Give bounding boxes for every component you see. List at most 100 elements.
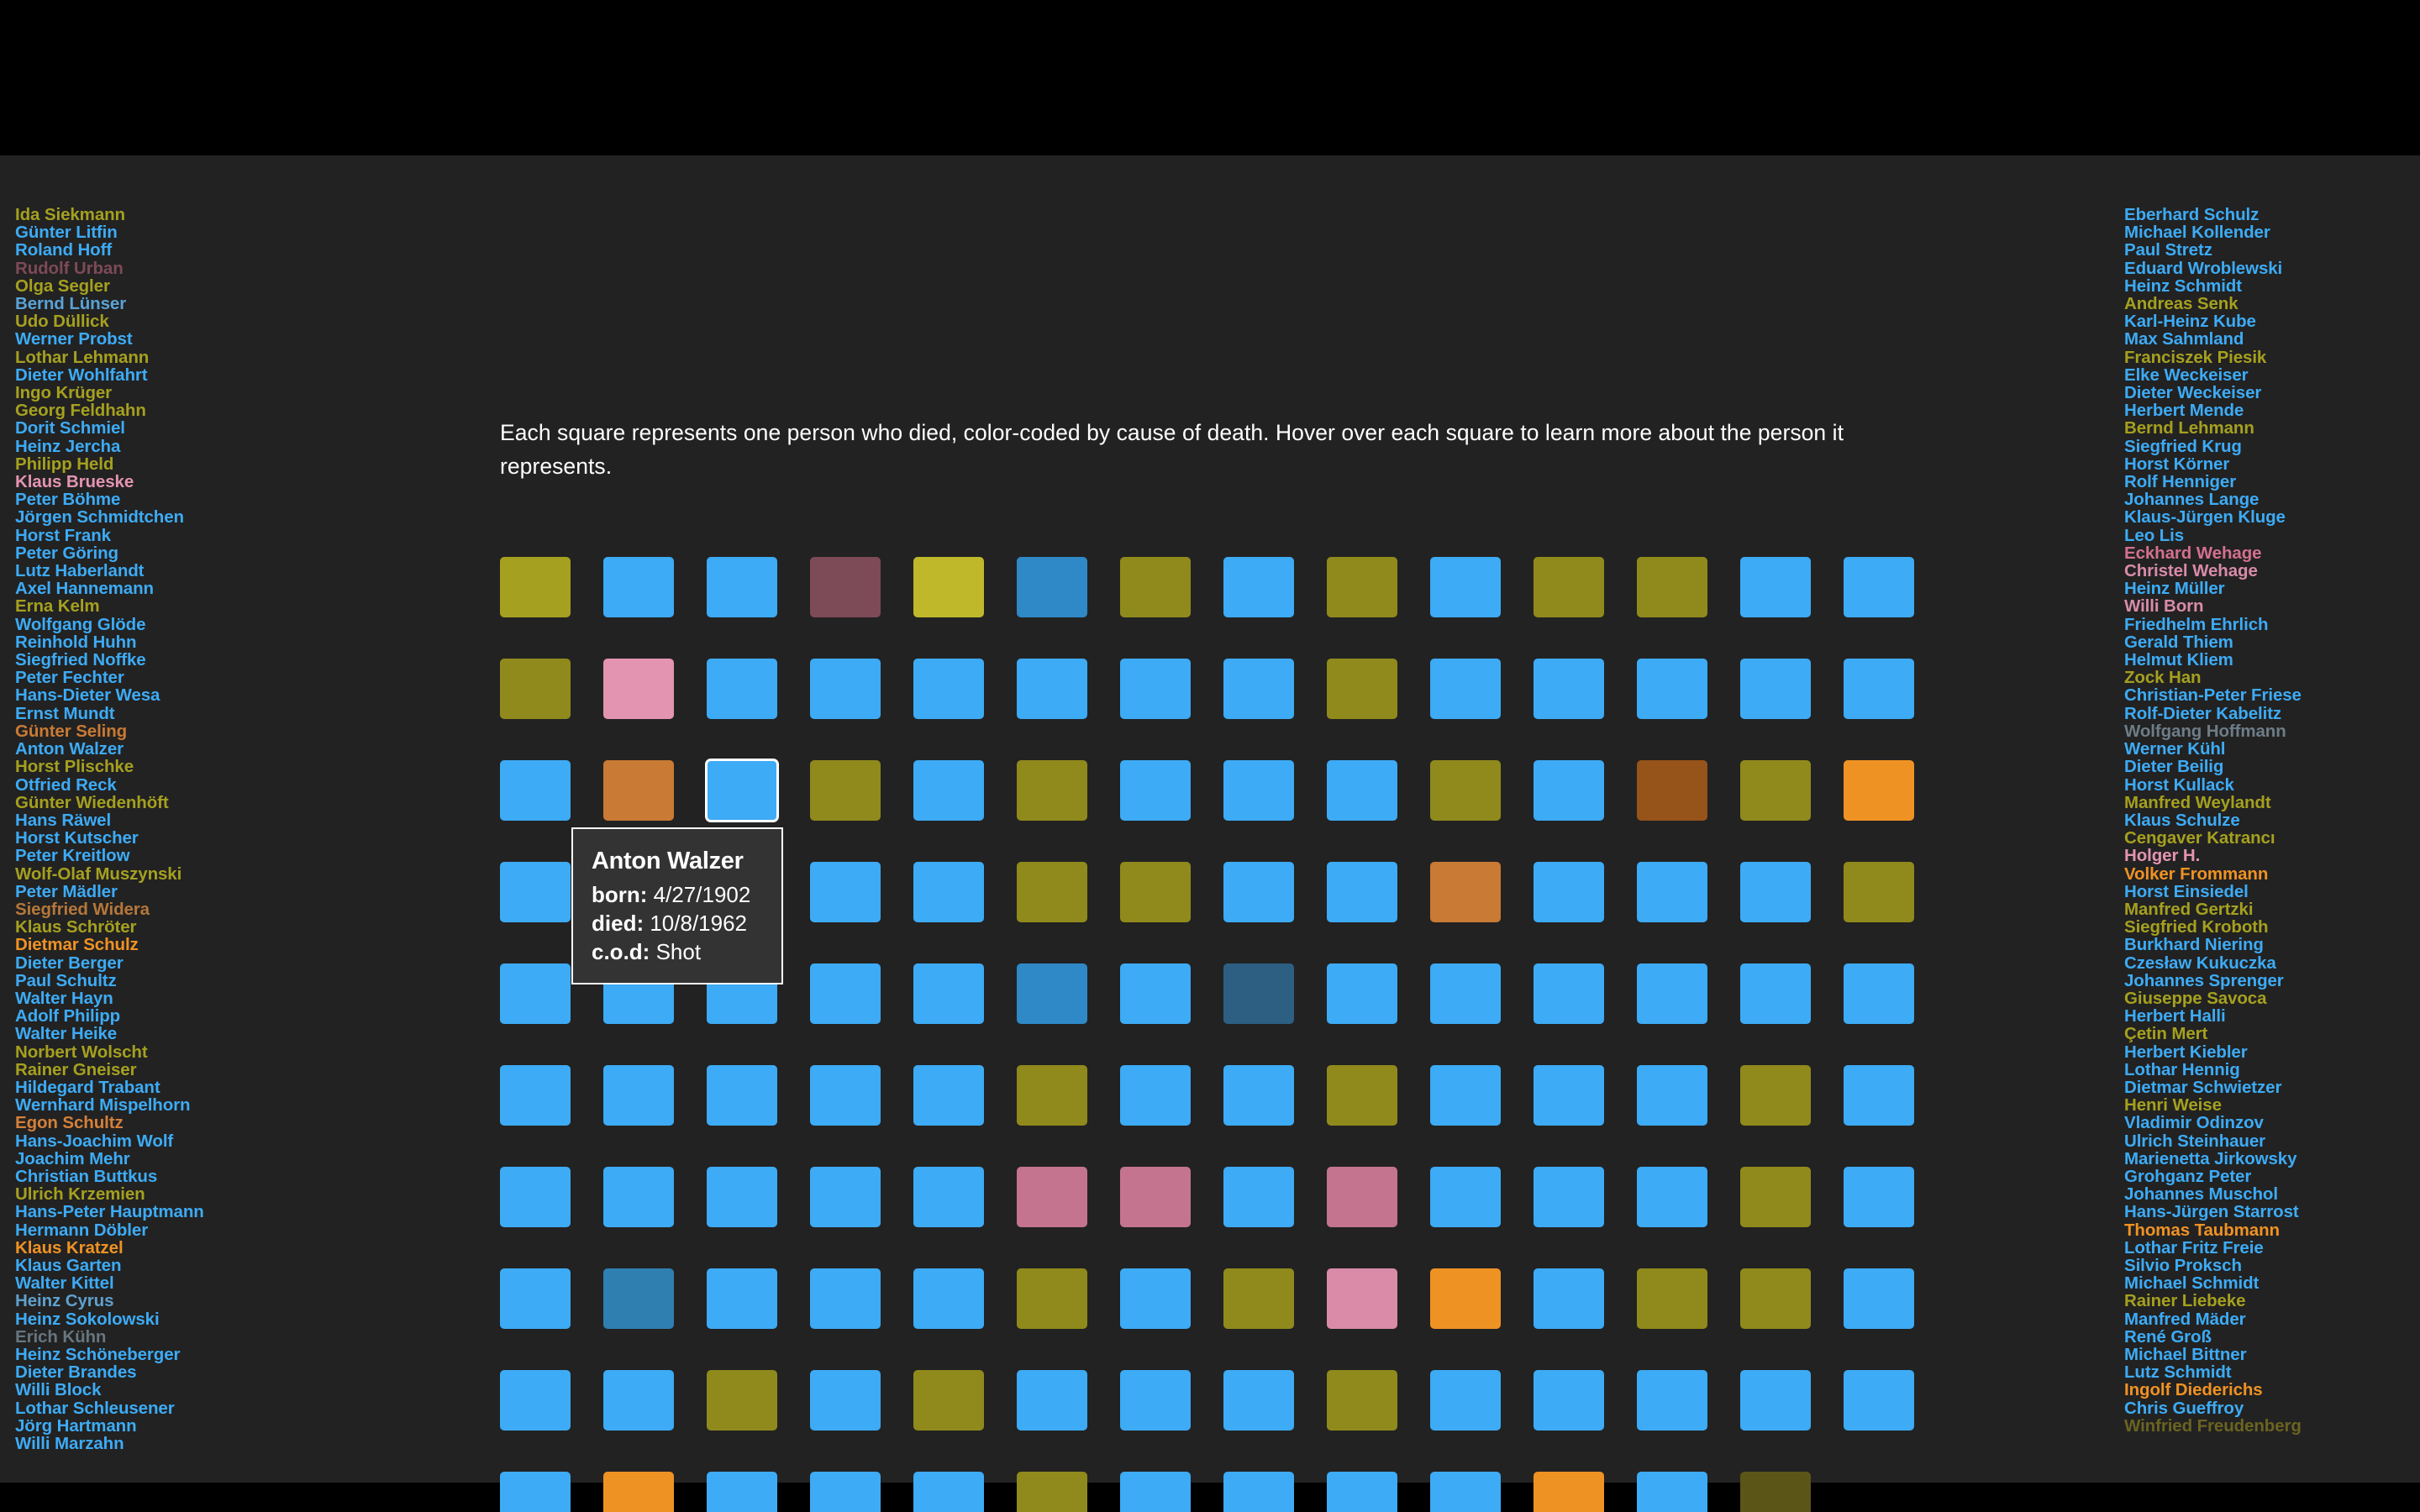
victim-square[interactable] [500,760,571,821]
victim-square[interactable] [1534,659,1604,719]
victim-square[interactable] [1534,963,1604,1024]
victim-square[interactable] [603,1268,674,1329]
victim-square[interactable] [1637,760,1707,821]
victim-square[interactable] [810,1167,881,1227]
victim-square[interactable] [1844,1065,1914,1126]
victim-square[interactable] [603,1370,674,1431]
victim-square[interactable] [1844,557,1914,617]
victim-square[interactable] [1223,1472,1294,1512]
victim-square[interactable] [1120,862,1191,922]
victim-square[interactable] [1017,1268,1087,1329]
victim-square[interactable] [1534,1065,1604,1126]
victim-square[interactable] [1430,1370,1501,1431]
victim-square[interactable] [1740,557,1811,617]
victim-square[interactable] [1120,1268,1191,1329]
victim-square[interactable] [1740,1167,1811,1227]
victim-square[interactable] [500,557,571,617]
victim-square[interactable] [810,557,881,617]
victim-square[interactable] [1327,1472,1397,1512]
victim-square[interactable] [1534,760,1604,821]
victim-square[interactable] [1637,862,1707,922]
victim-square[interactable] [1120,963,1191,1024]
victim-square[interactable] [1637,1167,1707,1227]
victim-square[interactable] [603,1167,674,1227]
victim-square[interactable] [913,557,984,617]
victim-square[interactable] [1120,760,1191,821]
victim-square[interactable] [913,1268,984,1329]
victim-square[interactable] [1017,659,1087,719]
victim-square[interactable] [1637,1268,1707,1329]
victim-square[interactable] [1327,963,1397,1024]
victim-square[interactable] [1327,760,1397,821]
victim-square[interactable] [913,760,984,821]
victim-square[interactable] [913,862,984,922]
victim-square[interactable] [1740,862,1811,922]
victim-square[interactable] [1637,963,1707,1024]
victim-square[interactable] [1017,862,1087,922]
victim-square[interactable] [810,659,881,719]
victim-square[interactable] [500,1065,571,1126]
victim-square[interactable] [1534,1370,1604,1431]
victim-square[interactable] [1120,1370,1191,1431]
victim-square[interactable] [1017,557,1087,617]
victim-square[interactable] [1844,862,1914,922]
victim-square[interactable] [1017,1167,1087,1227]
victim-square[interactable] [1223,1268,1294,1329]
victim-square[interactable] [1223,760,1294,821]
victim-square[interactable] [1430,557,1501,617]
victim-square[interactable] [810,862,881,922]
victim-square[interactable] [1430,1167,1501,1227]
victim-square[interactable] [1430,963,1501,1024]
victim-square[interactable] [1223,1370,1294,1431]
victim-square[interactable] [1534,1268,1604,1329]
victim-square[interactable] [1844,963,1914,1024]
victim-square[interactable] [810,1370,881,1431]
victim-square[interactable] [1223,659,1294,719]
victim-square[interactable] [1327,1065,1397,1126]
victim-square[interactable] [1534,1167,1604,1227]
victim-square[interactable] [1637,1370,1707,1431]
victim-square[interactable] [1430,862,1501,922]
victim-square[interactable] [1120,1065,1191,1126]
victim-square[interactable] [1120,557,1191,617]
victim-square[interactable] [1430,1065,1501,1126]
victim-square[interactable] [1740,963,1811,1024]
victim-square[interactable] [500,1472,571,1512]
victim-square[interactable] [1844,659,1914,719]
victim-square[interactable] [500,1167,571,1227]
victim-square[interactable] [1327,1370,1397,1431]
victim-square[interactable] [1017,1065,1087,1126]
victim-square[interactable] [1223,963,1294,1024]
victim-square[interactable] [1017,1472,1087,1512]
victim-square[interactable] [1223,1065,1294,1126]
victim-square[interactable] [1017,1370,1087,1431]
victim-square[interactable] [707,557,777,617]
victim-square[interactable] [707,1167,777,1227]
victim-square[interactable] [500,1370,571,1431]
victim-square[interactable] [603,557,674,617]
victim-square[interactable] [1430,760,1501,821]
victim-square[interactable] [1637,1065,1707,1126]
victim-square[interactable] [810,1268,881,1329]
victim-square[interactable] [1740,760,1811,821]
victim-square[interactable] [707,1370,777,1431]
victim-square[interactable] [1740,1370,1811,1431]
victim-square[interactable] [603,1065,674,1126]
victim-square[interactable] [1430,1268,1501,1329]
victim-square[interactable] [1223,1167,1294,1227]
victim-square[interactable] [707,1065,777,1126]
victim-square[interactable] [1844,760,1914,821]
victim-square[interactable] [1120,1167,1191,1227]
victim-square[interactable] [1534,862,1604,922]
victim-square[interactable] [913,1472,984,1512]
victim-square[interactable] [1430,659,1501,719]
victim-square[interactable] [1740,1472,1811,1512]
victim-square[interactable] [705,759,779,822]
victim-square[interactable] [1534,1472,1604,1512]
victim-square[interactable] [810,1065,881,1126]
victim-square[interactable] [1120,659,1191,719]
victim-square[interactable] [1223,557,1294,617]
victim-square[interactable] [1327,659,1397,719]
victim-square[interactable] [500,862,571,922]
victim-square[interactable] [707,659,777,719]
